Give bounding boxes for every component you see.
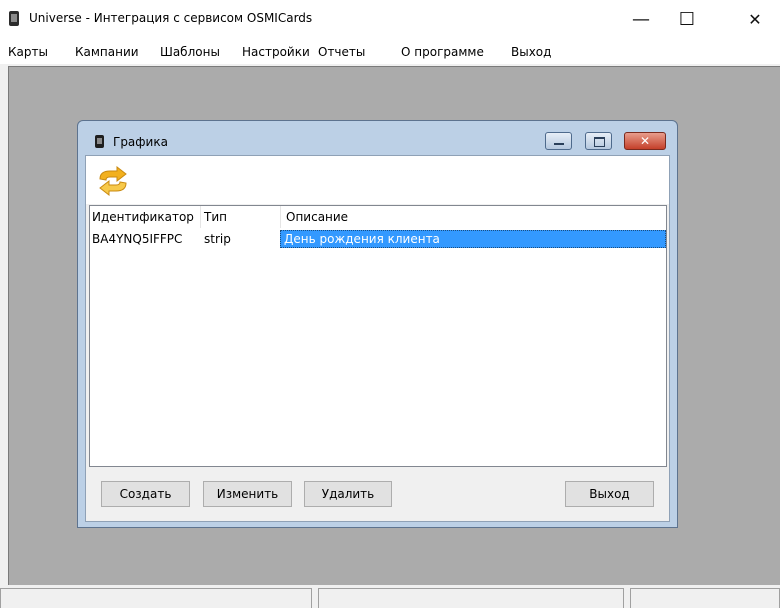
toolbar <box>86 156 669 204</box>
graphics-window: Графика ✕ Идентификатор Тип Описание BA4… <box>77 120 678 528</box>
cell-id: BA4YNQ5IFFPC <box>92 232 183 246</box>
child-maximize-button[interactable] <box>585 132 612 150</box>
title-bar: Universe - Интеграция с сервисом OSMICar… <box>0 0 780 40</box>
table-row[interactable]: BA4YNQ5IFFPC strip День рождения клиента <box>90 230 666 248</box>
column-separator[interactable] <box>280 206 281 228</box>
window-title: Universe - Интеграция с сервисом OSMICar… <box>29 11 313 25</box>
refresh-arrows-icon[interactable] <box>97 166 129 196</box>
status-panel <box>0 588 312 608</box>
close-icon: ✕ <box>639 134 651 148</box>
maximize-button[interactable]: ☐ <box>664 0 710 40</box>
column-header-id[interactable]: Идентификатор <box>92 206 194 228</box>
edit-button[interactable]: Изменить <box>203 481 292 507</box>
cell-type: strip <box>204 232 231 246</box>
create-button[interactable]: Создать <box>101 481 190 507</box>
graphics-list[interactable]: Идентификатор Тип Описание BA4YNQ5IFFPC … <box>89 205 667 467</box>
column-header-description[interactable]: Описание <box>286 206 348 228</box>
column-separator[interactable] <box>200 206 201 228</box>
menu-bar: Карты Кампании Шаблоны Настройки Отчеты … <box>0 40 780 64</box>
restore-icon <box>594 137 605 147</box>
phone-icon <box>95 135 104 148</box>
menu-item-about[interactable]: О программе <box>401 45 484 59</box>
app-phone-icon <box>9 11 19 26</box>
graphics-window-titlebar[interactable]: Графика ✕ <box>78 121 677 155</box>
menu-item-reports[interactable]: Отчеты <box>318 45 365 59</box>
menu-item-settings[interactable]: Настройки <box>242 45 310 59</box>
close-button[interactable]: ✕ <box>732 0 778 40</box>
menu-item-cards[interactable]: Карты <box>8 45 48 59</box>
column-header-type[interactable]: Тип <box>204 206 227 228</box>
exit-button[interactable]: Выход <box>565 481 654 507</box>
menu-item-exit[interactable]: Выход <box>511 45 551 59</box>
status-bar <box>0 586 780 608</box>
child-close-button[interactable]: ✕ <box>624 132 666 150</box>
delete-button[interactable]: Удалить <box>304 481 392 507</box>
menu-item-campaigns[interactable]: Кампании <box>75 45 139 59</box>
minimize-button[interactable]: — <box>618 0 664 40</box>
status-panel <box>630 588 780 608</box>
menu-item-templates[interactable]: Шаблоны <box>160 45 220 59</box>
minimize-icon <box>554 143 564 145</box>
graphics-window-title: Графика <box>113 135 168 149</box>
cell-description: День рождения клиента <box>280 230 666 248</box>
graphics-client-area: Идентификатор Тип Описание BA4YNQ5IFFPC … <box>85 155 670 522</box>
child-minimize-button[interactable] <box>545 132 572 150</box>
status-panel <box>318 588 624 608</box>
